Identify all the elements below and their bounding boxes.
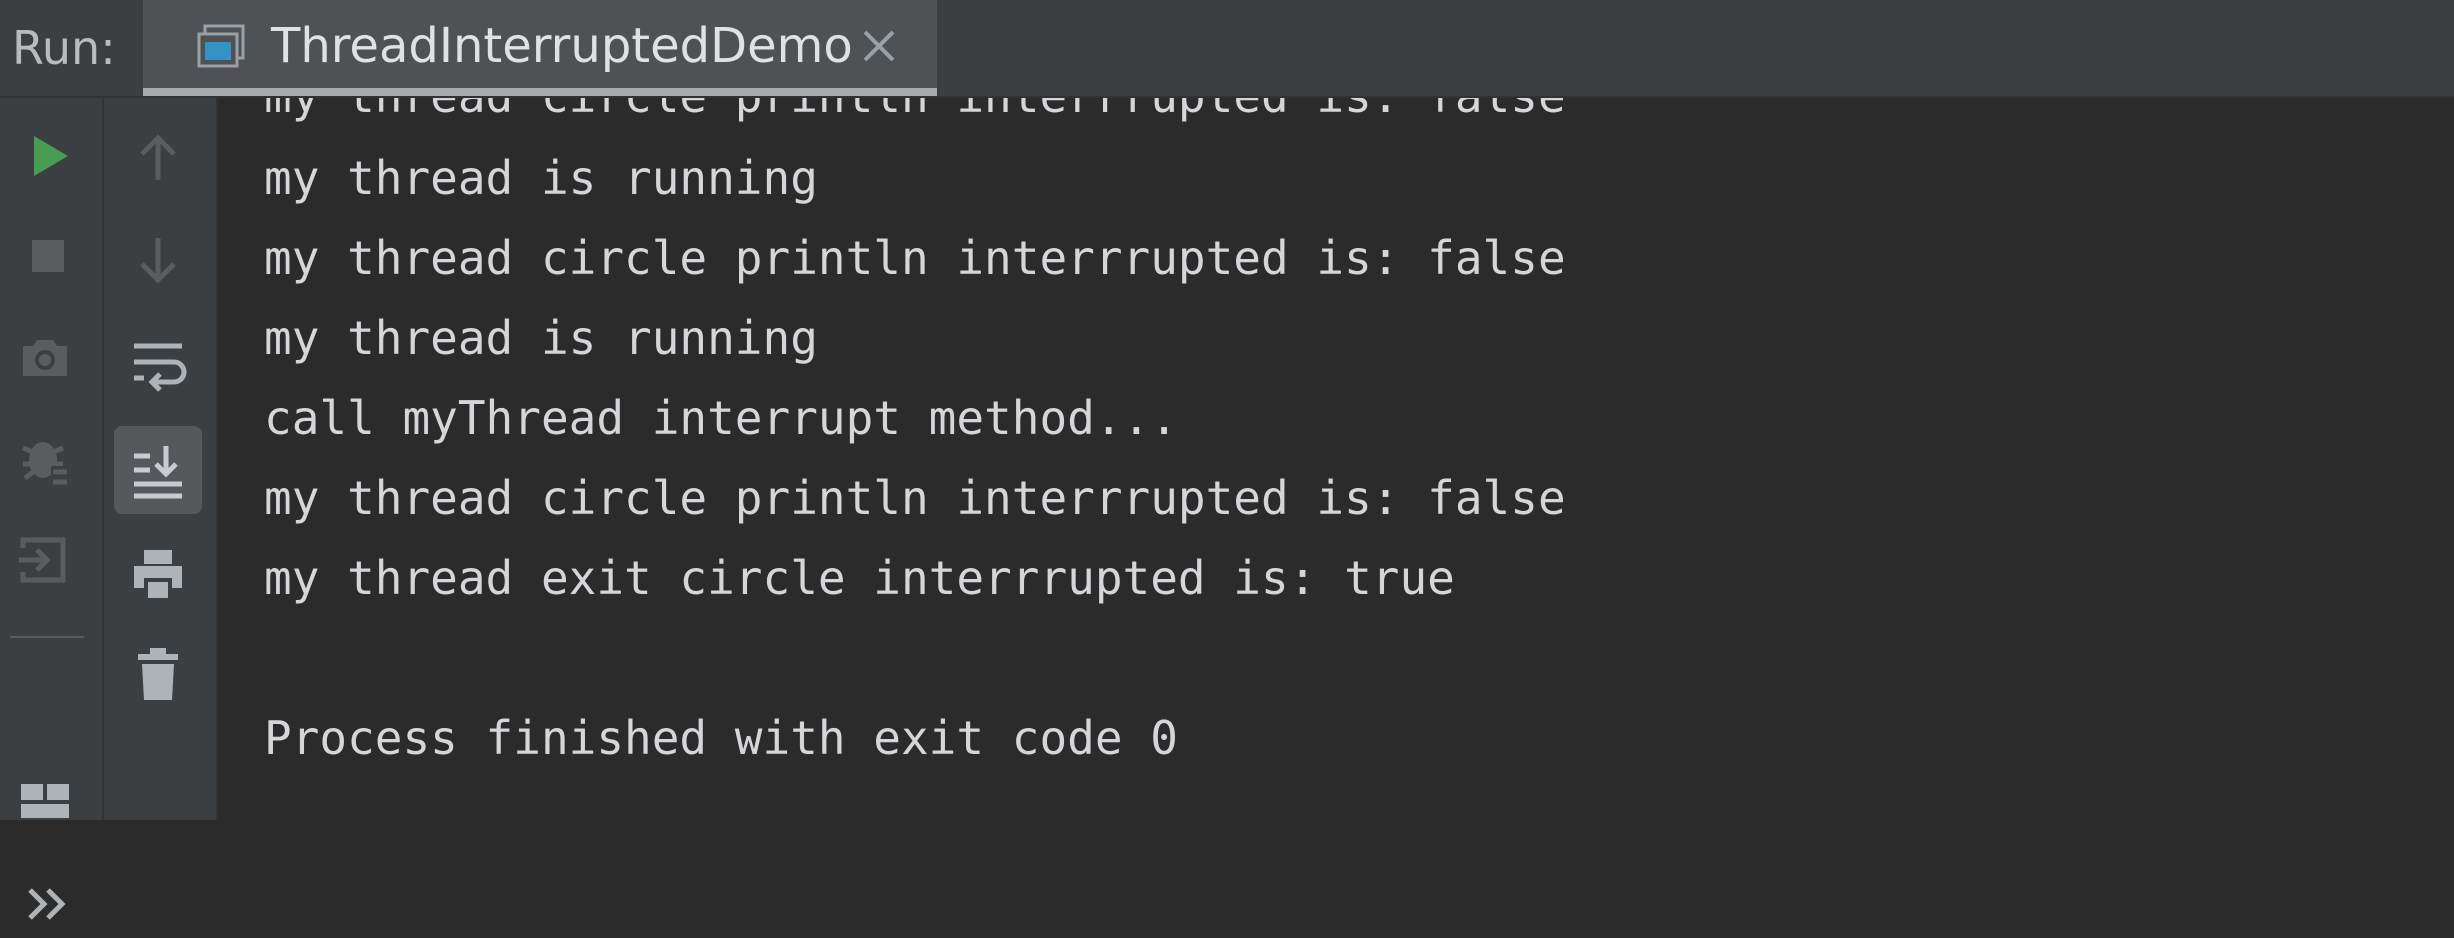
console-line: call myThread interrupt method... <box>264 391 1178 445</box>
more-icon[interactable] <box>18 878 78 938</box>
run-toolwindow-header: Run: ThreadInterruptedDemo <box>0 0 2454 98</box>
console-controls-toolbar <box>104 98 218 820</box>
restore-layout-icon[interactable] <box>15 530 75 590</box>
console-line: my thread circle println interrrupted is… <box>264 231 1566 285</box>
console-line: my thread is running <box>264 151 818 205</box>
run-label: Run: <box>12 21 116 75</box>
console-line: my thread exit circle interrrupted is: t… <box>264 551 1455 605</box>
toolbar-separator <box>10 636 84 638</box>
stop-icon[interactable] <box>18 226 78 286</box>
soft-wrap-icon[interactable] <box>128 332 188 392</box>
dump-threads-icon[interactable] <box>15 326 75 386</box>
rerun-icon[interactable] <box>18 126 78 186</box>
console-output[interactable]: my thread circle println interrrupted is… <box>218 98 2454 820</box>
layout-icon[interactable] <box>15 770 75 830</box>
process-exit-line: Process finished with exit code 0 <box>264 711 1178 765</box>
close-icon[interactable] <box>859 26 899 66</box>
print-icon[interactable] <box>128 544 188 604</box>
console-window-icon <box>197 24 245 68</box>
up-arrow-icon[interactable] <box>128 128 188 188</box>
console-line: my thread circle println interrrupted is… <box>264 98 1566 136</box>
tab-active-indicator <box>143 88 937 96</box>
tab-thread-interrupted-demo[interactable]: ThreadInterruptedDemo <box>143 0 937 96</box>
down-arrow-icon[interactable] <box>128 230 188 290</box>
trash-icon[interactable] <box>128 644 188 704</box>
console-line: my thread is running <box>264 311 818 365</box>
console-line: my thread circle println interrrupted is… <box>264 471 1566 525</box>
tab-title: ThreadInterruptedDemo <box>271 18 853 74</box>
run-controls-toolbar <box>0 98 104 920</box>
scroll-to-end-icon[interactable] <box>128 440 188 500</box>
exception-breakpoint-icon[interactable] <box>15 428 75 488</box>
